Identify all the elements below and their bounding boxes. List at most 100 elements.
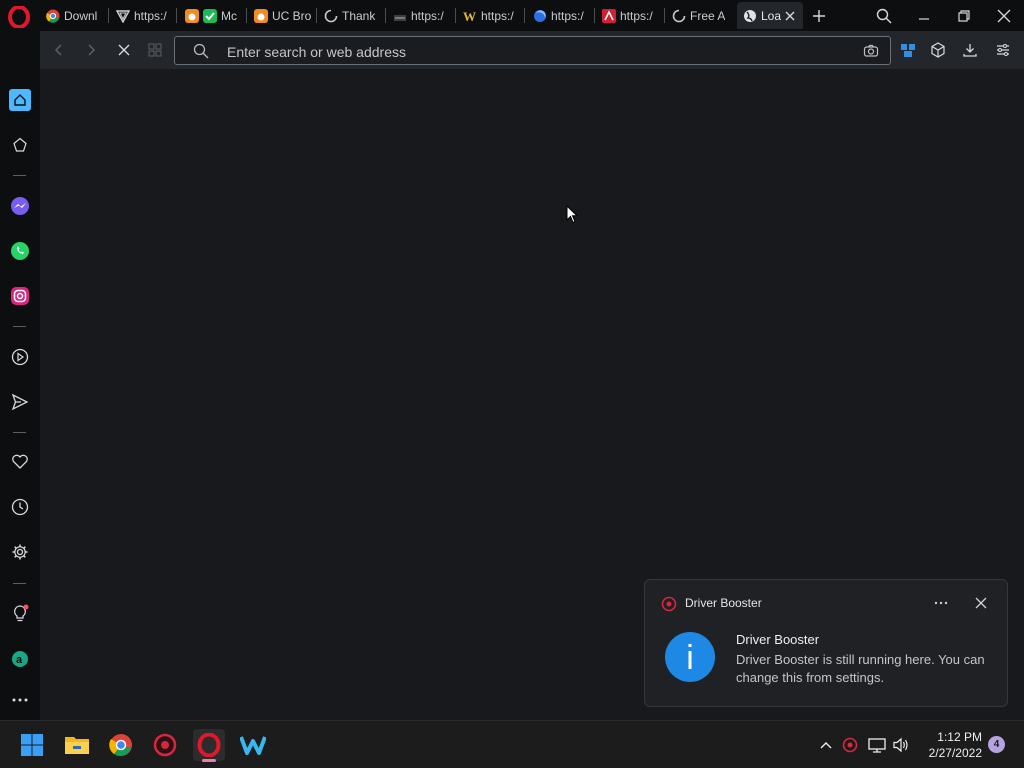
toolbar: Enter search or web address [40, 31, 1024, 69]
downloads-button[interactable] [959, 39, 981, 61]
tab-label: https:/ [481, 8, 514, 23]
clock-time[interactable]: 1:12 PM [928, 730, 982, 744]
toast-title: Driver Booster [736, 632, 820, 647]
driver-booster-button[interactable] [149, 729, 181, 761]
sidebar-more[interactable] [9, 689, 31, 711]
sidebar: a [0, 31, 40, 720]
chrome-button[interactable] [105, 729, 137, 761]
sidebar-speed-dial[interactable] [9, 89, 31, 111]
sidebar-whatsapp[interactable] [9, 240, 31, 262]
vpn-shield-favicon-icon [116, 9, 130, 23]
instagram-icon [11, 287, 29, 305]
volume-icon [893, 737, 908, 753]
close-icon[interactable] [971, 593, 991, 613]
toast-notification[interactable]: Driver Booster Driver Booster Driver Boo… [644, 579, 1008, 707]
chevron-up-icon [820, 742, 832, 749]
download-icon [963, 44, 977, 57]
close-window-button[interactable] [993, 5, 1015, 27]
sidebar-amazon[interactable]: a [9, 648, 31, 670]
restore-icon [958, 10, 970, 22]
sidebar-bookmarks[interactable] [9, 134, 31, 156]
notification-count-badge[interactable]: 4 [988, 736, 1005, 753]
w-favicon-icon: W [463, 9, 477, 23]
folder-icon [65, 737, 89, 754]
address-input-placeholder[interactable]: Enter search or web address [227, 44, 406, 60]
sidebar-history[interactable] [9, 496, 31, 518]
search-tabs-button[interactable] [873, 5, 895, 27]
tab-2[interactable]: https:/ [110, 2, 176, 29]
more-horizontal-icon [12, 698, 28, 702]
clock-icon [11, 498, 29, 516]
tab-6[interactable]: https:/ [387, 2, 453, 29]
camera-icon[interactable] [863, 43, 879, 59]
tab-label: Thank [342, 8, 376, 23]
uc-browser-favicon-icon [254, 8, 268, 23]
chrome-favicon-icon [46, 9, 60, 23]
toast-body: Driver Booster is still running here. Yo… [736, 652, 985, 685]
more-options-icon[interactable] [931, 593, 951, 613]
search-icon [876, 8, 892, 24]
vpn-extension-icon [901, 44, 915, 57]
svg-text:W: W [463, 9, 476, 23]
tab-label: https:/ [620, 8, 653, 23]
globe-favicon-icon [743, 9, 757, 23]
home-icon [14, 94, 26, 106]
sidebar-player[interactable] [9, 346, 31, 368]
loading-spinner-icon [672, 9, 686, 23]
tab-7[interactable]: W https:/ [457, 2, 523, 29]
cube-icon [931, 42, 945, 58]
sidebar-messenger[interactable] [9, 195, 31, 217]
tab-grid-button[interactable] [144, 39, 166, 61]
forward-button[interactable] [80, 39, 102, 61]
tray-volume[interactable] [891, 735, 911, 755]
sidebar-settings[interactable] [9, 541, 31, 563]
show-hidden-icons-button[interactable] [816, 735, 836, 755]
chrome-icon [109, 734, 132, 757]
whatsapp-icon [11, 242, 29, 260]
tab-5[interactable]: Thank [318, 2, 384, 29]
heart-icon [12, 454, 28, 469]
wondershare-button[interactable] [237, 729, 269, 761]
back-button[interactable] [48, 39, 70, 61]
uc-browser-favicon-icon [185, 8, 199, 23]
lightbulb-icon [14, 604, 29, 622]
mouse-cursor-icon [566, 205, 578, 224]
clock-date[interactable]: 2/27/2022 [918, 746, 982, 760]
toast-app-name: Driver Booster [685, 596, 762, 610]
sidebar-instagram[interactable] [9, 285, 31, 307]
stop-loading-button[interactable] [113, 39, 135, 61]
tab-1[interactable]: Downl [40, 2, 108, 29]
tab-4[interactable]: UC Bro [248, 2, 314, 29]
tab-active[interactable]: Loa [737, 2, 803, 29]
start-button[interactable] [16, 729, 48, 761]
tab-8[interactable]: https:/ [527, 2, 593, 29]
sidebar-favorites[interactable] [9, 451, 31, 473]
opera-button[interactable] [193, 729, 225, 762]
site-favicon-icon [393, 9, 407, 23]
file-explorer-button[interactable] [61, 729, 93, 761]
vpn-extension-button[interactable] [897, 39, 919, 61]
close-tab-icon[interactable] [783, 9, 797, 23]
sidebar-tips[interactable] [9, 603, 31, 625]
minimize-button[interactable] [913, 5, 935, 27]
tray-network[interactable] [867, 735, 887, 755]
address-bar[interactable]: Enter search or web address [174, 36, 891, 65]
send-icon [11, 393, 29, 411]
close-icon [997, 9, 1011, 23]
gear-icon [12, 544, 28, 560]
restore-button[interactable] [953, 5, 975, 27]
tab-3[interactable]: Mc [179, 2, 245, 29]
extensions-button[interactable] [927, 39, 949, 61]
new-tab-button[interactable] [808, 5, 830, 27]
messenger-icon [11, 197, 29, 215]
tab-9[interactable]: https:/ [596, 2, 662, 29]
search-icon [193, 43, 209, 59]
tray-driver-booster[interactable] [840, 735, 860, 755]
sidebar-flow[interactable] [9, 391, 31, 413]
chevron-left-icon [54, 44, 62, 56]
tab-10[interactable]: Free A [666, 2, 734, 29]
loading-spinner-icon [324, 9, 338, 23]
opera-logo-icon[interactable] [8, 6, 30, 28]
easy-setup-button[interactable] [992, 39, 1014, 61]
network-icon [868, 738, 886, 753]
